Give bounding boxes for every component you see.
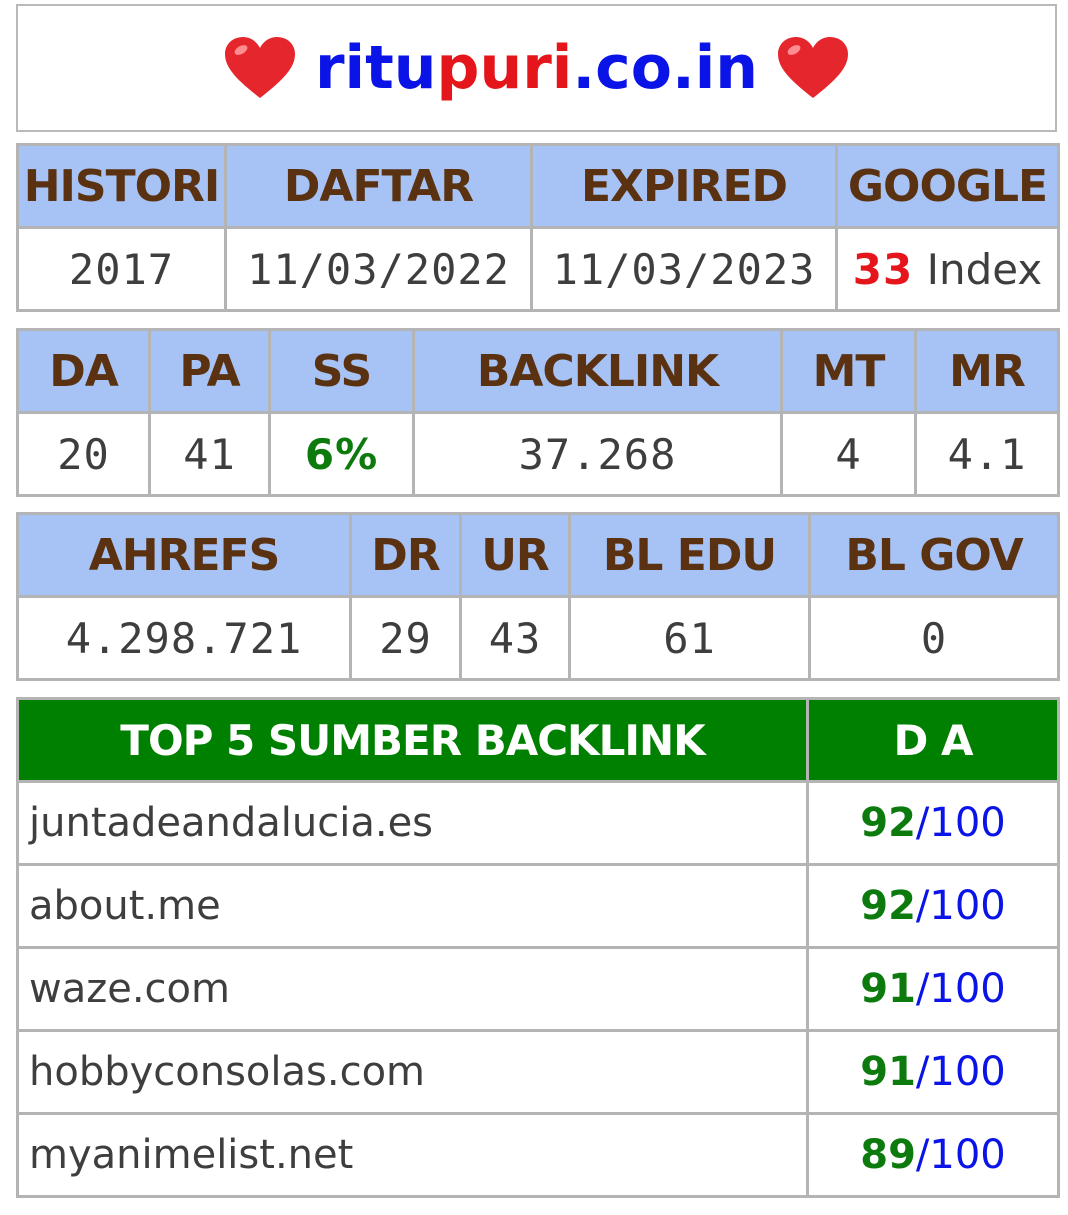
da-value: 91 bbox=[860, 1049, 916, 1095]
header-ur: UR bbox=[459, 512, 571, 598]
site-title-part2: puri bbox=[436, 33, 573, 103]
header-ss: SS bbox=[268, 328, 415, 414]
site-title[interactable]: ritupuri.co.in bbox=[315, 33, 758, 103]
ahrefs-metrics-table: AHREFS DR UR BL EDU BL GOV 4.298.721 29 … bbox=[16, 512, 1060, 681]
table-header-row: HISTORI DAFTAR EXPIRED GOOGLE bbox=[16, 143, 1060, 229]
table-header-row: AHREFS DR UR BL EDU BL GOV bbox=[16, 512, 1060, 598]
da-value: 92 bbox=[860, 800, 916, 846]
header-daftar: DAFTAR bbox=[224, 143, 533, 229]
backlink-da-score: 91/100 bbox=[806, 1029, 1060, 1115]
backlink-da-score: 92/100 bbox=[806, 863, 1060, 949]
value-bl-edu: 61 bbox=[568, 595, 811, 681]
header-backlink: BACKLINK bbox=[412, 328, 783, 414]
site-title-box: ritupuri.co.in bbox=[16, 4, 1057, 132]
site-title-part3: .co.in bbox=[572, 33, 759, 103]
table-row: juntadeandalucia.es 92/100 bbox=[16, 780, 1060, 866]
google-index-label: Index bbox=[913, 244, 1043, 294]
value-da: 20 bbox=[16, 411, 151, 497]
backlink-source[interactable]: myanimelist.net bbox=[16, 1112, 809, 1198]
table-row: hobbyconsolas.com 91/100 bbox=[16, 1029, 1060, 1115]
value-ss: 6% bbox=[268, 411, 415, 497]
header-bl-gov: BL GOV bbox=[808, 512, 1060, 598]
header-top-sources: TOP 5 SUMBER BACKLINK bbox=[16, 697, 809, 783]
da-max: /100 bbox=[915, 883, 1006, 929]
header-mr: MR bbox=[914, 328, 1060, 414]
moz-metrics-table: DA PA SS BACKLINK MT MR 20 41 6% 37.268 … bbox=[16, 328, 1060, 497]
value-backlink: 37.268 bbox=[412, 411, 783, 497]
header-pa: PA bbox=[148, 328, 271, 414]
value-dr: 29 bbox=[349, 595, 462, 681]
header-da: D A bbox=[806, 697, 1060, 783]
da-max: /100 bbox=[915, 1132, 1006, 1178]
da-value: 89 bbox=[860, 1132, 916, 1178]
header-ahrefs: AHREFS bbox=[16, 512, 352, 598]
table-row: 20 41 6% 37.268 4 4.1 bbox=[16, 411, 1060, 497]
da-value: 92 bbox=[860, 883, 916, 929]
da-max: /100 bbox=[915, 1049, 1006, 1095]
value-histori: 2017 bbox=[16, 226, 227, 312]
domain-info-table: HISTORI DAFTAR EXPIRED GOOGLE 2017 11/03… bbox=[16, 143, 1060, 312]
da-value: 91 bbox=[860, 966, 916, 1012]
header-expired: EXPIRED bbox=[530, 143, 838, 229]
heart-icon bbox=[224, 37, 295, 98]
backlink-da-score: 92/100 bbox=[806, 780, 1060, 866]
table-row: 2017 11/03/2022 11/03/2023 33 Index bbox=[16, 226, 1060, 312]
header-google: GOOGLE bbox=[835, 143, 1060, 229]
value-ur: 43 bbox=[459, 595, 571, 681]
value-daftar: 11/03/2022 bbox=[224, 226, 533, 312]
value-expired: 11/03/2023 bbox=[530, 226, 838, 312]
backlink-source[interactable]: about.me bbox=[16, 863, 809, 949]
header-dr: DR bbox=[349, 512, 462, 598]
table-row: 4.298.721 29 43 61 0 bbox=[16, 595, 1060, 681]
backlink-source[interactable]: hobbyconsolas.com bbox=[16, 1029, 809, 1115]
table-header-row: DA PA SS BACKLINK MT MR bbox=[16, 328, 1060, 414]
da-max: /100 bbox=[915, 966, 1006, 1012]
table-row: waze.com 91/100 bbox=[16, 946, 1060, 1032]
header-mt: MT bbox=[780, 328, 917, 414]
header-histori: HISTORI bbox=[16, 143, 227, 229]
value-mr: 4.1 bbox=[914, 411, 1060, 497]
site-title-part1: ritu bbox=[314, 33, 437, 103]
table-header-row: TOP 5 SUMBER BACKLINK D A bbox=[16, 697, 1060, 783]
value-ahrefs: 4.298.721 bbox=[16, 595, 352, 681]
top-backlink-sources-table: TOP 5 SUMBER BACKLINK D A juntadeandaluc… bbox=[16, 697, 1060, 1198]
da-max: /100 bbox=[915, 800, 1006, 846]
value-mt: 4 bbox=[780, 411, 917, 497]
backlink-da-score: 91/100 bbox=[806, 946, 1060, 1032]
value-bl-gov: 0 bbox=[808, 595, 1060, 681]
table-row: about.me 92/100 bbox=[16, 863, 1060, 949]
value-pa: 41 bbox=[148, 411, 271, 497]
google-index-count: 33 bbox=[852, 244, 914, 294]
backlink-source[interactable]: waze.com bbox=[16, 946, 809, 1032]
heart-icon bbox=[778, 37, 849, 98]
header-da: DA bbox=[16, 328, 151, 414]
header-bl-edu: BL EDU bbox=[568, 512, 811, 598]
table-row: myanimelist.net 89/100 bbox=[16, 1112, 1060, 1198]
backlink-source[interactable]: juntadeandalucia.es bbox=[16, 780, 809, 866]
value-google: 33 Index bbox=[835, 226, 1060, 312]
backlink-da-score: 89/100 bbox=[806, 1112, 1060, 1198]
